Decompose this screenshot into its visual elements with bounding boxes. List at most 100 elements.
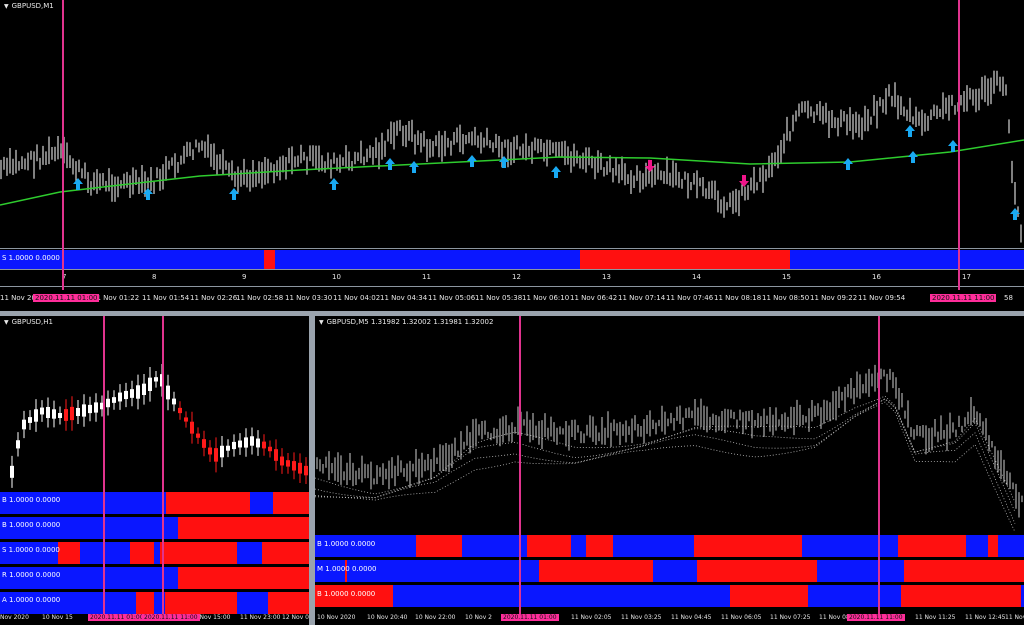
vertical-line-left[interactable]: [103, 316, 105, 614]
candle-body: [166, 385, 170, 400]
moving-average-line: [0, 139, 1024, 206]
strip-segment: [264, 250, 275, 269]
candle-body: [214, 448, 218, 462]
candle-body: [28, 417, 32, 423]
candle-body: [34, 409, 38, 422]
candle-body: [298, 462, 302, 474]
time-axis-m1: 11 Nov 20 11 Nov 01:22 11 Nov 01:54 11 Nov …: [0, 294, 1024, 304]
buy-arrow-icon: [73, 178, 83, 190]
candle-body: [256, 438, 260, 448]
chart-title-m1: ▼ GBPUSD,M1: [4, 2, 54, 10]
signal-strips-m5: [315, 535, 1024, 607]
time-label: 11 Nov 05:38: [475, 294, 523, 302]
day-number: 9: [242, 273, 247, 281]
candle-body: [244, 437, 248, 448]
time-label: Nov 2020: [0, 614, 29, 621]
vertical-line-right[interactable]: [162, 316, 164, 614]
vertical-line-left[interactable]: [62, 0, 64, 290]
strip-label: R 1.0000 0.0000: [2, 571, 61, 579]
strip-segment: [178, 567, 309, 589]
time-axis-m5: 10 Nov 2020 10 Nov 20:40 10 Nov 22:00 10 No…: [315, 614, 1024, 624]
cursor-time-tag-right: 2020.11.11 11:00: [847, 614, 905, 621]
time-label: 11 Nov 04:34: [380, 294, 428, 302]
strip-segment: [58, 542, 80, 564]
time-label: 11 Nov 02:58: [236, 294, 284, 302]
strip-segment: [273, 492, 309, 514]
chevron-down-icon[interactable]: ▼: [4, 3, 9, 10]
time-label: 10 Nov 20:40: [367, 614, 408, 621]
strip-label: B 1.0000 0.0000: [317, 590, 376, 598]
strip-segment: [262, 542, 309, 564]
time-label: 11 Nov 04:02: [333, 294, 381, 302]
chart-window-m1[interactable]: ▼ GBPUSD,M1 S 1.0000 0.0000 7 8 9 10 11 12 13 14…: [0, 0, 1024, 311]
candle-body: [10, 465, 14, 478]
vertical-line-right[interactable]: [878, 316, 880, 614]
cursor-time-tag-right: 2020.11.11 11:00: [930, 294, 997, 302]
strip-label: B 1.0000 0.0000: [2, 521, 61, 529]
candle-body: [124, 390, 128, 400]
day-number: 11: [422, 273, 431, 281]
candle-body: [46, 406, 50, 419]
candle-body: [76, 407, 80, 417]
chart-window-h1[interactable]: ▼ GBPUSD,H1 B 1.0000 0.0000 B 1.0000 0.000…: [0, 316, 309, 625]
time-label: 11 Nov 09:54: [858, 294, 906, 302]
buy-arrow-icon: [551, 166, 561, 178]
strip-segment: [527, 535, 571, 557]
candle-body: [58, 413, 62, 418]
strip-label-m1: S 1.0000 0.0000: [2, 254, 60, 262]
candle-body: [262, 441, 266, 449]
chart-title-m5: ▼ GBPUSD,M5 1.31982 1.32002 1.31981 1.320…: [319, 318, 494, 326]
candle-body: [184, 417, 188, 422]
vertical-line-left[interactable]: [519, 316, 521, 614]
candle-body: [64, 409, 68, 421]
price-plot-m1[interactable]: [0, 0, 1024, 250]
candle-body: [154, 377, 158, 382]
strip-segment: [178, 517, 309, 539]
candle-body: [94, 402, 98, 413]
candle-body: [142, 383, 146, 396]
candle-body: [238, 440, 242, 448]
candle-body: [70, 406, 74, 421]
time-label: 12 Nov 0: [282, 614, 309, 621]
chevron-down-icon[interactable]: ▼: [4, 319, 9, 326]
price-plot-h1[interactable]: [0, 316, 309, 491]
time-label: 11 Nov 06:10: [522, 294, 570, 302]
buy-arrow-icon: [409, 161, 419, 173]
time-label: 11 Nov 11:25: [915, 614, 956, 621]
chart-window-m5[interactable]: ▼ GBPUSD,M5 1.31982 1.32002 1.31981 1.320…: [315, 316, 1024, 625]
strip-segment: [988, 535, 998, 557]
candle-body: [280, 456, 284, 466]
chevron-down-icon[interactable]: ▼: [319, 319, 324, 326]
candle-body: [136, 385, 140, 399]
candle-body: [304, 465, 308, 476]
time-label: 11 Nov 03:25: [621, 614, 662, 621]
candle-body: [250, 436, 254, 446]
time-label: 11 Nov 08:18: [714, 294, 762, 302]
time-label: 11 Nov 01:54: [142, 294, 190, 302]
candles: [0, 70, 1022, 243]
strip-segment: [136, 592, 154, 614]
day-number: 16: [872, 273, 881, 281]
strip-label: M 1.0000 0.0000: [317, 565, 377, 573]
time-label: 10 Nov 2020: [317, 614, 356, 621]
strip-label: B 1.0000 0.0000: [2, 496, 61, 504]
strip-segment: [130, 542, 154, 564]
vertical-line-right[interactable]: [958, 0, 960, 290]
candle-body: [220, 445, 224, 458]
chart-title-h1: ▼ GBPUSD,H1: [4, 318, 53, 326]
strip-segment: [416, 535, 462, 557]
buy-arrow-icon: [385, 158, 395, 170]
time-label: 11 Nov 07:25: [770, 614, 811, 621]
candle-body: [118, 392, 122, 402]
time-label: 11 Nov 06:42: [570, 294, 618, 302]
strip-segment: [0, 250, 1024, 269]
price-plot-m5[interactable]: [315, 316, 1024, 534]
time-label: 11 Nov 06:05: [721, 614, 762, 621]
candle-body: [52, 409, 56, 419]
candle-body: [106, 398, 110, 408]
strip-segment: [165, 592, 237, 614]
strip-segment: [901, 585, 1021, 607]
time-label: 11 Nov 04:45: [671, 614, 712, 621]
time-label: 11 Nov 12:45: [965, 614, 1006, 621]
day-scale-m1: 7 8 9 10 11 12 13 14 15 16 17: [0, 273, 1024, 283]
